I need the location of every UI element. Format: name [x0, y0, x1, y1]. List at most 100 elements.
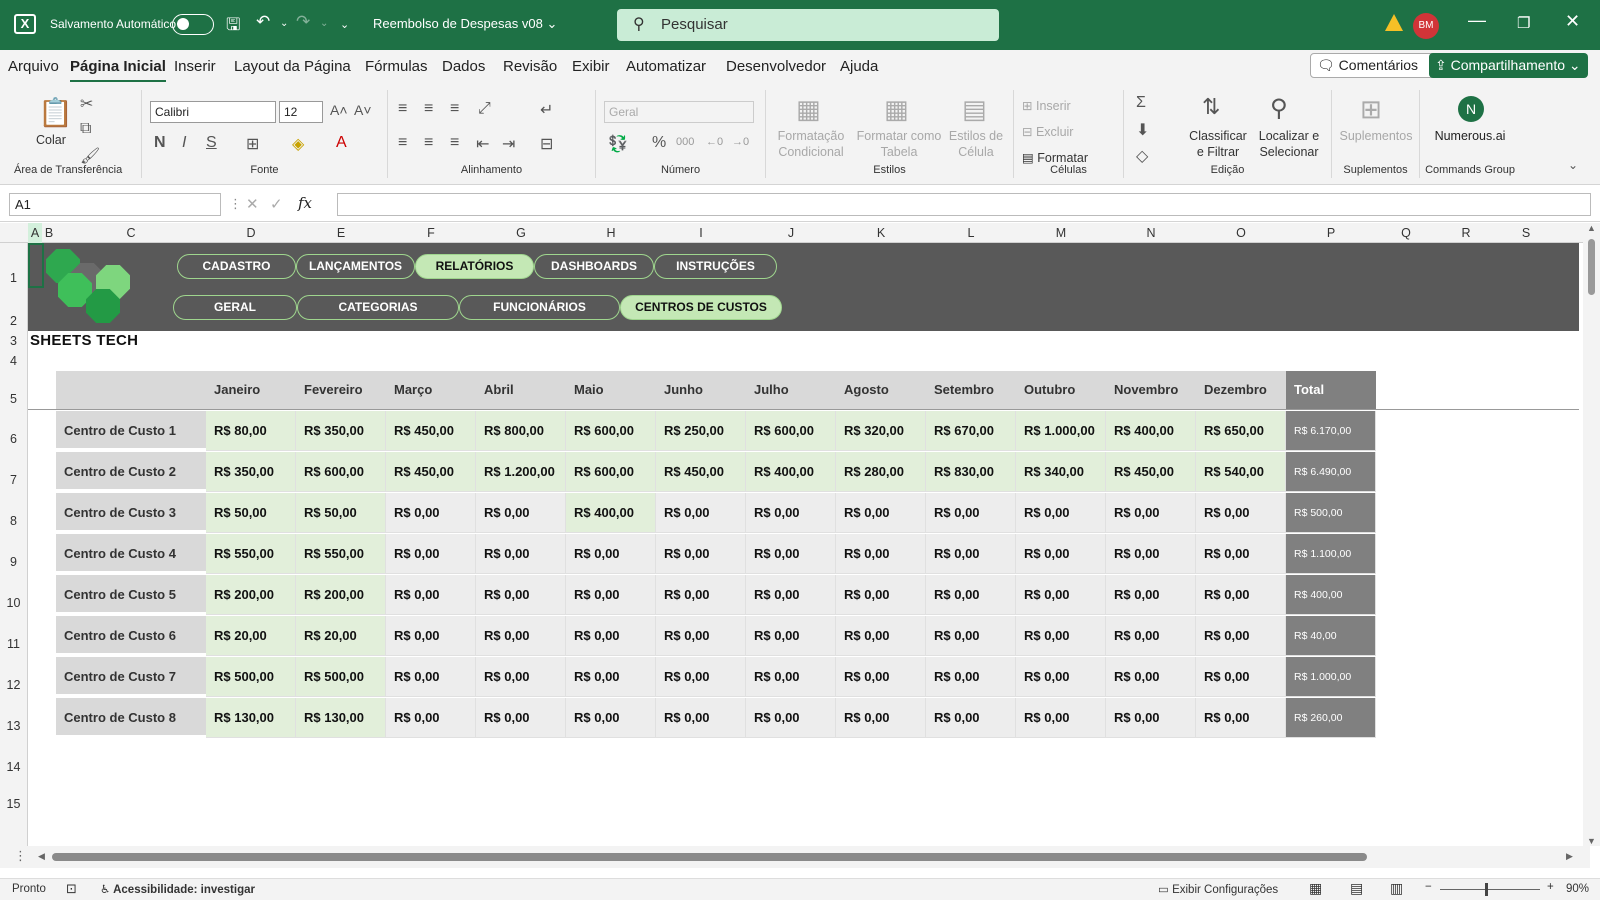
- value-cell[interactable]: R$ 600,00: [566, 411, 656, 451]
- orientation-icon[interactable]: ⤢: [478, 100, 491, 118]
- value-cell[interactable]: R$ 540,00: [1196, 452, 1286, 492]
- value-cell[interactable]: R$ 0,00: [476, 575, 566, 615]
- align-left-icon[interactable]: ≡: [398, 134, 407, 152]
- value-cell[interactable]: R$ 800,00: [476, 411, 566, 451]
- autosum-icon[interactable]: Σ: [1136, 94, 1146, 112]
- horizontal-scrollbar[interactable]: ⋮ ◀ ▶: [0, 846, 1590, 868]
- tab-formulas[interactable]: Fórmulas: [365, 58, 428, 75]
- value-cell[interactable]: R$ 0,00: [1106, 534, 1196, 574]
- value-cell[interactable]: R$ 0,00: [836, 493, 926, 533]
- decrease-font-icon[interactable]: A˅: [354, 102, 372, 118]
- tab-automatizar[interactable]: Automatizar: [626, 58, 706, 75]
- nav-funcionarios[interactable]: FUNCIONÁRIOS: [459, 295, 620, 320]
- row-header[interactable]: 2: [0, 288, 28, 331]
- document-title[interactable]: Reembolso de Despesas v08 ⌄: [373, 16, 557, 32]
- nav-lancamentos[interactable]: LANÇAMENTOS: [296, 254, 415, 279]
- value-cell[interactable]: R$ 600,00: [296, 452, 386, 492]
- conditional-format-button[interactable]: Formatação Condicional: [770, 128, 852, 160]
- value-cell[interactable]: R$ 50,00: [206, 493, 296, 533]
- total-cell[interactable]: R$ 6.490,00: [1286, 452, 1376, 492]
- value-cell[interactable]: R$ 0,00: [566, 534, 656, 574]
- align-bottom-icon[interactable]: ≡: [450, 100, 459, 118]
- value-cell[interactable]: R$ 600,00: [746, 411, 836, 451]
- nav-relatorios[interactable]: RELATÓRIOS: [415, 254, 534, 279]
- display-settings-button[interactable]: ▭ Exibir Configurações: [1158, 882, 1278, 896]
- value-cell[interactable]: R$ 0,00: [1106, 616, 1196, 656]
- addins-button[interactable]: Suplementos: [1334, 128, 1418, 144]
- value-cell[interactable]: R$ 0,00: [476, 657, 566, 697]
- cost-center-label[interactable]: Centro de Custo 3: [56, 493, 206, 532]
- search-box[interactable]: ⚲ Pesquisar: [617, 9, 999, 41]
- row-header[interactable]: 6: [0, 409, 28, 450]
- normal-view-icon[interactable]: ▦: [1309, 880, 1322, 897]
- zoom-slider[interactable]: [1440, 889, 1540, 890]
- page-layout-view-icon[interactable]: ▤: [1350, 880, 1363, 897]
- value-cell[interactable]: R$ 130,00: [206, 698, 296, 738]
- value-cell[interactable]: R$ 0,00: [1016, 493, 1106, 533]
- total-cell[interactable]: R$ 400,00: [1286, 575, 1376, 615]
- value-cell[interactable]: R$ 0,00: [836, 657, 926, 697]
- bold-icon[interactable]: N: [154, 134, 166, 152]
- nav-instrucoes[interactable]: INSTRUÇÕES: [654, 254, 777, 279]
- value-cell[interactable]: R$ 0,00: [836, 534, 926, 574]
- value-cell[interactable]: R$ 0,00: [836, 616, 926, 656]
- value-cell[interactable]: R$ 830,00: [926, 452, 1016, 492]
- column-header[interactable]: S: [1496, 226, 1556, 240]
- value-cell[interactable]: R$ 0,00: [386, 575, 476, 615]
- row-header[interactable]: 5: [0, 371, 28, 409]
- value-cell[interactable]: R$ 0,00: [476, 698, 566, 738]
- sort-filter-button[interactable]: Classificar e Filtrar: [1186, 128, 1250, 160]
- column-header[interactable]: E: [296, 226, 386, 240]
- value-cell[interactable]: R$ 130,00: [296, 698, 386, 738]
- undo-icon[interactable]: ↶: [256, 12, 270, 32]
- value-cell[interactable]: R$ 0,00: [926, 575, 1016, 615]
- column-header[interactable]: M: [1016, 226, 1106, 240]
- addins-icon[interactable]: ⊞: [1360, 94, 1382, 125]
- value-cell[interactable]: R$ 0,00: [746, 698, 836, 738]
- value-cell[interactable]: R$ 500,00: [206, 657, 296, 697]
- cost-center-label[interactable]: Centro de Custo 5: [56, 575, 206, 614]
- restore-icon[interactable]: ❐: [1517, 14, 1530, 32]
- value-cell[interactable]: R$ 0,00: [746, 657, 836, 697]
- sort-filter-icon[interactable]: ⇅: [1202, 94, 1220, 120]
- value-cell[interactable]: R$ 0,00: [1196, 534, 1286, 574]
- value-cell[interactable]: R$ 0,00: [386, 534, 476, 574]
- decrease-decimal-icon[interactable]: →0: [732, 136, 749, 148]
- conditional-format-icon[interactable]: ▦: [796, 94, 821, 125]
- column-header[interactable]: D: [206, 226, 296, 240]
- paste-button[interactable]: Colar: [36, 132, 66, 148]
- customize-toolbar-icon[interactable]: ⌄: [340, 18, 349, 31]
- value-cell[interactable]: R$ 0,00: [1196, 575, 1286, 615]
- value-cell[interactable]: R$ 0,00: [926, 698, 1016, 738]
- paste-icon[interactable]: 📋: [38, 96, 73, 129]
- value-cell[interactable]: R$ 0,00: [656, 657, 746, 697]
- total-cell[interactable]: R$ 1.100,00: [1286, 534, 1376, 574]
- cost-center-label[interactable]: Centro de Custo 6: [56, 616, 206, 655]
- value-cell[interactable]: R$ 0,00: [1106, 493, 1196, 533]
- value-cell[interactable]: R$ 0,00: [1016, 534, 1106, 574]
- italic-icon[interactable]: I: [182, 134, 186, 152]
- value-cell[interactable]: R$ 0,00: [656, 493, 746, 533]
- value-cell[interactable]: R$ 450,00: [386, 452, 476, 492]
- redo-dropdown-icon[interactable]: ⌄: [320, 18, 328, 29]
- more-icon[interactable]: ⋮: [229, 196, 242, 212]
- value-cell[interactable]: R$ 350,00: [296, 411, 386, 451]
- insert-function-icon[interactable]: fx: [298, 194, 312, 212]
- minimize-icon[interactable]: —: [1468, 10, 1486, 31]
- name-box[interactable]: A1: [9, 193, 221, 216]
- cost-center-label[interactable]: Centro de Custo 2: [56, 452, 206, 491]
- value-cell[interactable]: R$ 20,00: [206, 616, 296, 656]
- sheet-options-icon[interactable]: ⋮: [14, 848, 27, 864]
- value-cell[interactable]: R$ 0,00: [566, 657, 656, 697]
- value-cell[interactable]: R$ 0,00: [566, 616, 656, 656]
- value-cell[interactable]: R$ 0,00: [566, 575, 656, 615]
- value-cell[interactable]: R$ 350,00: [206, 452, 296, 492]
- zoom-out-icon[interactable]: −: [1425, 881, 1432, 893]
- tab-ajuda[interactable]: Ajuda: [840, 58, 878, 75]
- row-header[interactable]: 13: [0, 696, 28, 737]
- value-cell[interactable]: R$ 50,00: [296, 493, 386, 533]
- redo-icon[interactable]: ↷: [296, 12, 310, 32]
- page-break-view-icon[interactable]: ▥: [1390, 880, 1403, 897]
- autosave-toggle[interactable]: [172, 14, 214, 35]
- zoom-slider-thumb[interactable]: [1485, 883, 1488, 896]
